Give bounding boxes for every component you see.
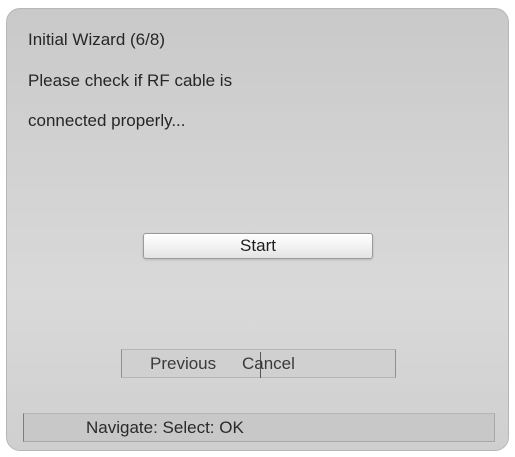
status-bar-text: Navigate: Select: OK [86, 418, 244, 437]
start-button[interactable]: Start [143, 233, 373, 259]
dialog-title: Initial Wizard (6/8) [28, 30, 165, 49]
wizard-navigation-buttons: Previous Cancel [121, 349, 396, 378]
cancel-button[interactable]: Cancel [242, 354, 295, 374]
message-line-2: connected properly... [28, 111, 186, 130]
message-line-1: Please check if RF cable is [28, 71, 233, 90]
wizard-dialog: Initial Wizard (6/8) Please check if RF … [6, 8, 509, 451]
status-bar: Navigate: Select: OK [23, 413, 495, 442]
previous-button[interactable]: Previous [150, 354, 216, 374]
